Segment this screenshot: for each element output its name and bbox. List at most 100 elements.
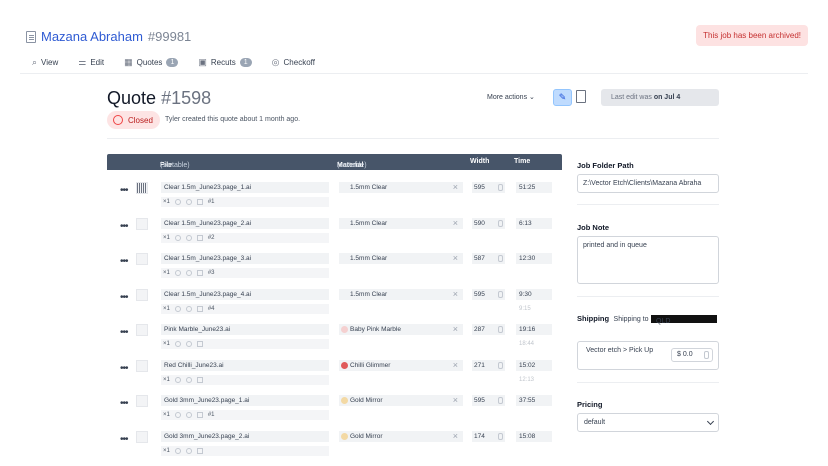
- file-name[interactable]: Clear 1.5m_June23.page_4.ai: [161, 288, 329, 300]
- width-input[interactable]: 595: [472, 288, 505, 300]
- toggle-icon[interactable]: [185, 199, 192, 205]
- more-options-icon[interactable]: •••: [120, 185, 128, 196]
- width-input[interactable]: 287: [472, 324, 505, 335]
- quantity-value[interactable]: ×1: [163, 339, 170, 349]
- material-select[interactable]: Baby Pink Marble ×: [339, 324, 463, 335]
- width-input[interactable]: 271: [472, 359, 505, 371]
- material-select[interactable]: Chilli Glimmer ×: [339, 359, 463, 371]
- more-options-icon[interactable]: •••: [120, 398, 128, 409]
- toggle-icon[interactable]: [185, 447, 192, 454]
- toggle-icon[interactable]: [185, 412, 192, 418]
- tab-recuts[interactable]: ▣ Recuts 1: [198, 57, 252, 68]
- more-options-icon[interactable]: •••: [120, 256, 128, 267]
- quantity-value[interactable]: ×1: [163, 233, 170, 243]
- material-select[interactable]: 1.5mm Clear ×: [339, 253, 463, 264]
- time-input[interactable]: 15:02: [516, 359, 552, 371]
- toggle-icon[interactable]: [185, 234, 192, 241]
- file-name[interactable]: Clear 1.5m_June23.page_3.ai: [161, 253, 329, 264]
- file-name[interactable]: Pink Marble_June23.ai: [161, 324, 329, 335]
- job-note-textarea[interactable]: printed and in queue: [577, 236, 719, 284]
- stepper-icon[interactable]: [174, 199, 181, 205]
- time-input[interactable]: 19:16: [516, 324, 552, 335]
- close-icon[interactable]: ×: [453, 431, 458, 442]
- status-badge[interactable]: Closed: [107, 111, 160, 129]
- pricing-select[interactable]: default: [577, 413, 719, 432]
- width-input[interactable]: 590: [472, 217, 505, 229]
- time-input[interactable]: 15:08: [516, 430, 552, 442]
- tab-checkoff[interactable]: ◎ Checkoff: [272, 57, 315, 68]
- folder-path-input[interactable]: Z:\Vector Etch\Clients\Mazana Abraha: [577, 174, 719, 193]
- quantity-value[interactable]: ×1: [163, 375, 170, 385]
- job-name-link[interactable]: Mazana Abraham: [41, 29, 143, 44]
- stepper-icon[interactable]: [174, 270, 181, 276]
- toggle-icon[interactable]: [185, 305, 192, 312]
- toggle-icon[interactable]: [185, 341, 192, 347]
- more-options-icon[interactable]: •••: [120, 327, 128, 338]
- file-name[interactable]: Clear 1.5m_June23.page_2.ai: [161, 217, 329, 229]
- time-input[interactable]: 12:30: [516, 253, 552, 264]
- stepper-icon[interactable]: [498, 219, 503, 227]
- stepper-icon[interactable]: [498, 432, 503, 440]
- more-actions-dropdown[interactable]: More actions ⌄: [487, 93, 535, 101]
- shipping-method[interactable]: Vector etch > Pick Up: [586, 346, 654, 356]
- close-icon[interactable]: ×: [453, 395, 458, 406]
- stepper-icon[interactable]: [498, 397, 503, 404]
- material-select[interactable]: 1.5mm Clear ×: [339, 288, 463, 300]
- material-select[interactable]: Gold Mirror ×: [339, 395, 463, 406]
- stepper-icon[interactable]: [498, 184, 503, 191]
- quantity-value[interactable]: ×1: [163, 268, 170, 278]
- quantity-value[interactable]: ×1: [163, 410, 170, 420]
- more-options-icon[interactable]: •••: [120, 434, 128, 445]
- tab-edit[interactable]: ⚌ Edit: [78, 57, 104, 68]
- stepper-icon[interactable]: [704, 351, 709, 359]
- toggle-icon[interactable]: [185, 376, 192, 383]
- layer-icon[interactable]: [196, 412, 203, 418]
- more-options-icon[interactable]: •••: [120, 292, 128, 303]
- width-input[interactable]: 174: [472, 430, 505, 442]
- file-name[interactable]: Gold 3mm_June23.page_2.ai: [161, 430, 329, 442]
- close-icon[interactable]: ×: [453, 360, 458, 371]
- close-icon[interactable]: ×: [453, 253, 458, 264]
- stepper-icon[interactable]: [498, 290, 503, 298]
- quantity-value[interactable]: ×1: [163, 446, 170, 456]
- stepper-icon[interactable]: [174, 234, 181, 241]
- width-input[interactable]: 595: [472, 182, 505, 193]
- stepper-icon[interactable]: [498, 361, 503, 369]
- time-input[interactable]: 51:25: [516, 182, 552, 193]
- layer-icon[interactable]: [196, 376, 203, 383]
- stepper-icon[interactable]: [498, 326, 503, 333]
- edit-button[interactable]: ✎: [553, 89, 572, 106]
- quantity-value[interactable]: ×1: [163, 197, 170, 207]
- layer-icon[interactable]: [196, 270, 203, 276]
- column-time[interactable]: Time: [514, 158, 530, 165]
- more-options-icon[interactable]: •••: [120, 363, 128, 374]
- layer-icon[interactable]: [196, 234, 203, 241]
- quantity-value[interactable]: ×1: [163, 304, 170, 314]
- file-name[interactable]: Red Chilli_June23.ai: [161, 359, 329, 371]
- time-input[interactable]: 9:30: [516, 288, 552, 300]
- tab-quotes[interactable]: ▦ Quotes 1: [124, 57, 179, 68]
- shipping-cost-input[interactable]: $ 0.0: [671, 348, 713, 362]
- tab-view[interactable]: ⌕ View: [32, 57, 58, 68]
- layer-icon[interactable]: [196, 341, 203, 347]
- column-width[interactable]: Width: [470, 158, 489, 165]
- document-button[interactable]: [576, 90, 586, 103]
- close-icon[interactable]: ×: [453, 289, 458, 300]
- toggle-icon[interactable]: [185, 270, 192, 276]
- close-icon[interactable]: ×: [453, 218, 458, 229]
- material-select[interactable]: Gold Mirror ×: [339, 430, 463, 442]
- material-select[interactable]: 1.5mm Clear ×: [339, 182, 463, 193]
- stepper-icon[interactable]: [174, 412, 181, 418]
- width-input[interactable]: 587: [472, 253, 505, 264]
- time-input[interactable]: 37:55: [516, 395, 552, 406]
- width-input[interactable]: 595: [472, 395, 505, 406]
- close-icon[interactable]: ×: [453, 182, 458, 193]
- stepper-icon[interactable]: [174, 447, 181, 454]
- stepper-icon[interactable]: [174, 341, 181, 347]
- time-input[interactable]: 6:13: [516, 217, 552, 229]
- stepper-icon[interactable]: [174, 305, 181, 312]
- layer-icon[interactable]: [196, 305, 203, 312]
- file-name[interactable]: Clear 1.5m_June23.page_1.ai: [161, 182, 329, 193]
- layer-icon[interactable]: [196, 199, 203, 205]
- more-options-icon[interactable]: •••: [120, 221, 128, 232]
